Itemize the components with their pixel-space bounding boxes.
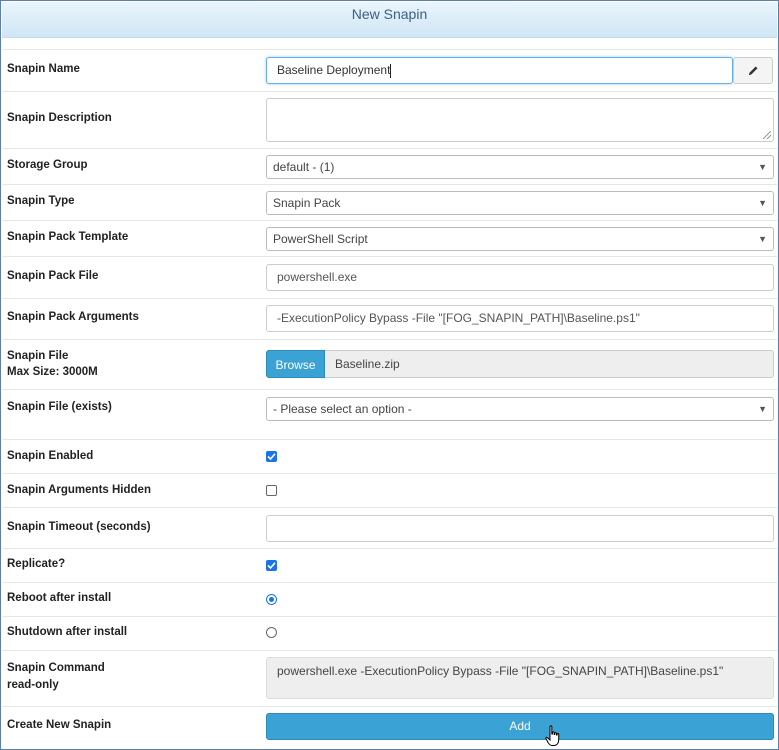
storage-group-value: default - (1) [273, 160, 335, 174]
snapin-type-label: Snapin Type [7, 195, 75, 207]
snapin-file-upload: Browse Baseline.zip [266, 350, 774, 378]
row-snapin-pack-template: Snapin Pack Template PowerShell Script ▼ [2, 220, 777, 256]
snapin-file-name: Baseline.zip [325, 350, 774, 378]
snapin-name-value: Baseline Deployment [277, 63, 391, 77]
checkmark-icon [267, 562, 276, 570]
reboot-after-install-label: Reboot after install [7, 592, 112, 604]
snapin-command-output: powershell.exe -ExecutionPolicy Bypass -… [266, 657, 774, 699]
snapin-pack-file-input[interactable]: powershell.exe [266, 264, 774, 291]
snapin-file-max-size: Max Size: 3000M [7, 366, 98, 378]
snapin-timeout-label: Snapin Timeout (seconds) [7, 521, 151, 533]
caret-down-icon: ▼ [758, 234, 767, 244]
snapin-pack-arguments-value: -ExecutionPolicy Bypass -File "[FOG_SNAP… [277, 311, 640, 325]
storage-group-label: Storage Group [7, 159, 88, 171]
pencil-icon [748, 66, 758, 76]
snapin-enabled-checkbox[interactable] [266, 451, 277, 462]
snapin-arguments-hidden-checkbox[interactable] [266, 485, 277, 496]
snapin-description-textarea[interactable] [266, 98, 774, 142]
resize-grip-icon[interactable] [763, 131, 771, 139]
replicate-checkbox[interactable] [266, 560, 277, 571]
row-snapin-command: Snapin Command read-only powershell.exe … [2, 650, 777, 706]
edit-name-button[interactable] [733, 57, 773, 84]
row-storage-group: Storage Group default - (1) ▼ [2, 148, 777, 184]
row-snapin-description: Snapin Description [2, 91, 777, 148]
snapin-pack-template-label: Snapin Pack Template [7, 231, 129, 243]
page-title: New Snapin [2, 2, 777, 38]
browse-button[interactable]: Browse [266, 350, 325, 378]
caret-down-icon: ▼ [758, 162, 767, 172]
caret-down-icon: ▼ [758, 198, 767, 208]
row-snapin-file-exists: Snapin File (exists) - Please select an … [2, 389, 777, 439]
row-snapin-file: Snapin File Max Size: 3000M Browse Basel… [2, 339, 777, 389]
row-reboot-after-install: Reboot after install [2, 582, 777, 616]
add-button[interactable]: Add [266, 713, 774, 740]
snapin-file-exists-value: - Please select an option - [273, 402, 412, 416]
snapin-pack-file-label: Snapin Pack File [7, 270, 99, 282]
snapin-pack-file-value: powershell.exe [277, 270, 358, 284]
snapin-command-label: Snapin Command [7, 662, 105, 674]
row-replicate: Replicate? [2, 548, 777, 582]
hand-pointer-icon [545, 725, 560, 746]
snapin-type-value: Snapin Pack [273, 196, 341, 210]
row-create-new-snapin: Create New Snapin Add [2, 706, 777, 749]
row-snapin-timeout: Snapin Timeout (seconds) [2, 507, 777, 548]
reboot-after-install-radio[interactable] [266, 594, 277, 605]
create-new-snapin-label: Create New Snapin [7, 719, 112, 731]
row-shutdown-after-install: Shutdown after install [2, 616, 777, 650]
new-snapin-form: New Snapin Snapin Name Baseline Deployme… [0, 0, 779, 750]
snapin-file-exists-select[interactable]: - Please select an option - ▼ [266, 397, 774, 421]
snapin-file-label: Snapin File [7, 350, 69, 362]
snapin-arguments-hidden-label: Snapin Arguments Hidden [7, 484, 151, 496]
row-snapin-name: Snapin Name Baseline Deployment [2, 49, 777, 91]
snapin-pack-template-select[interactable]: PowerShell Script ▼ [266, 227, 774, 251]
snapin-type-select[interactable]: Snapin Pack ▼ [266, 191, 774, 215]
row-snapin-arguments-hidden: Snapin Arguments Hidden [2, 473, 777, 507]
snapin-pack-arguments-input[interactable]: -ExecutionPolicy Bypass -File "[FOG_SNAP… [266, 305, 774, 332]
row-snapin-pack-file: Snapin Pack File powershell.exe [2, 256, 777, 298]
caret-down-icon: ▼ [758, 404, 767, 414]
snapin-name-label: Snapin Name [7, 63, 80, 75]
storage-group-select[interactable]: default - (1) ▼ [266, 155, 774, 179]
shutdown-after-install-label: Shutdown after install [7, 626, 128, 638]
row-snapin-type: Snapin Type Snapin Pack ▼ [2, 184, 777, 220]
shutdown-after-install-radio[interactable] [266, 627, 277, 638]
snapin-pack-template-value: PowerShell Script [273, 232, 368, 246]
text-caret [390, 63, 392, 78]
replicate-label: Replicate? [7, 558, 66, 570]
snapin-command-value: powershell.exe -ExecutionPolicy Bypass -… [277, 664, 724, 678]
page-title-text: New Snapin [351, 6, 428, 22]
snapin-pack-arguments-label: Snapin Pack Arguments [7, 311, 139, 323]
snapin-name-input[interactable]: Baseline Deployment [266, 57, 733, 84]
snapin-command-readonly-label: read-only [7, 679, 59, 691]
snapin-file-exists-label: Snapin File (exists) [7, 401, 112, 413]
checkmark-icon [267, 453, 276, 461]
snapin-timeout-input[interactable] [266, 515, 774, 542]
snapin-enabled-label: Snapin Enabled [7, 450, 94, 462]
snapin-description-label: Snapin Description [7, 112, 112, 124]
row-snapin-pack-arguments: Snapin Pack Arguments -ExecutionPolicy B… [2, 298, 777, 339]
row-snapin-enabled: Snapin Enabled [2, 439, 777, 473]
